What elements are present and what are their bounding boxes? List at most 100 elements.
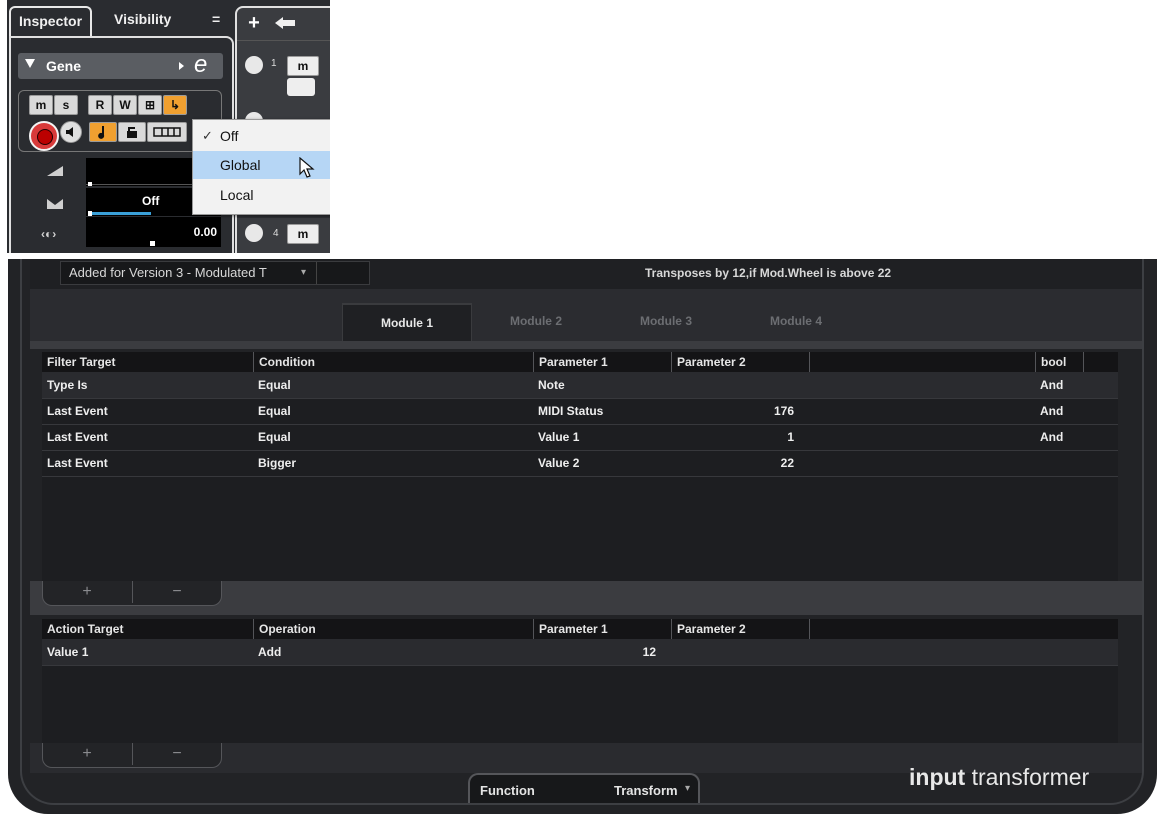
col-spacer: [809, 352, 1035, 372]
track-mute-button[interactable]: m: [287, 224, 319, 244]
automation-mode-menu: ✓ Off Global Local: [192, 119, 330, 215]
product-logo: input transformer: [909, 764, 1089, 791]
filter-conditions-table: Filter Target Condition Parameter 1 Para…: [42, 352, 1118, 581]
midi-track-icon: [245, 56, 263, 74]
filter-cell-p2[interactable]: 176: [676, 398, 794, 424]
col-bool: bool: [1035, 352, 1081, 372]
filter-cell-condition[interactable]: Equal: [258, 398, 518, 424]
dropdown-arrow-icon: ▾: [301, 267, 307, 278]
lanes-icon[interactable]: [147, 122, 187, 142]
tab-module-1[interactable]: Module 1: [342, 303, 472, 342]
musical-time-icon[interactable]: [89, 122, 117, 142]
track-name-bar[interactable]: Gene e: [18, 51, 223, 79]
filter-cell-p1[interactable]: MIDI Status: [538, 398, 658, 424]
menu-item-local[interactable]: Local: [193, 181, 330, 209]
action-cell-target[interactable]: Value 1: [47, 639, 247, 665]
filter-cell-target[interactable]: Type Is: [47, 372, 247, 398]
inspector-panel: Inspector Visibility = + 1 m 4 m Gene e …: [7, 0, 330, 253]
track-toggle[interactable]: [287, 78, 315, 96]
action-row[interactable]: Value 1 Add 12: [42, 639, 1118, 666]
filter-cell-bool[interactable]: [1040, 450, 1080, 476]
pan-icon: ‹◐›: [41, 227, 57, 241]
menu-item-label: Off: [220, 128, 239, 144]
pan-slider[interactable]: 0.00: [86, 217, 221, 247]
tab-inspector[interactable]: Inspector: [9, 6, 93, 36]
function-label: Function: [480, 783, 535, 798]
edit-channel-icon[interactable]: ⊞: [138, 95, 162, 115]
folder-back-icon[interactable]: [273, 14, 297, 32]
filter-cell-p1[interactable]: Value 2: [538, 450, 658, 476]
write-automation-button[interactable]: W: [113, 95, 137, 115]
track-mute-button[interactable]: m: [287, 56, 319, 76]
remove-action-button[interactable]: −: [133, 743, 221, 765]
add-track-icon[interactable]: +: [243, 12, 265, 34]
track-number: 1: [271, 58, 277, 69]
menu-item-label: Local: [220, 187, 254, 203]
filter-cell-p2[interactable]: [676, 372, 794, 398]
filter-cell-p1[interactable]: Note: [538, 372, 658, 398]
preset-selector[interactable]: Added for Version 3 - Modulated T ▾: [60, 261, 370, 285]
action-add-remove: + −: [42, 743, 222, 768]
expand-arrow-icon[interactable]: [179, 62, 184, 70]
volume-icon: [47, 166, 63, 176]
filter-add-remove: + −: [42, 581, 222, 606]
action-cell-p2[interactable]: [676, 639, 794, 665]
collapse-triangle-icon[interactable]: [25, 59, 35, 68]
filter-cell-condition[interactable]: Bigger: [258, 450, 518, 476]
function-value: Transform: [614, 783, 678, 798]
tab-visibility[interactable]: Visibility: [114, 6, 171, 34]
filter-cell-p1[interactable]: Value 1: [538, 424, 658, 450]
filter-cell-target[interactable]: Last Event: [47, 424, 247, 450]
filter-cell-p2[interactable]: 22: [676, 450, 794, 476]
filter-table-header: Filter Target Condition Parameter 1 Para…: [42, 352, 1118, 372]
filter-row[interactable]: Last Event Bigger Value 2 22: [42, 450, 1118, 477]
filter-cell-condition[interactable]: Equal: [258, 372, 518, 398]
tab-module-3[interactable]: Module 3: [602, 303, 730, 340]
midi-thru-button[interactable]: ↳: [163, 95, 187, 115]
tab-module-2[interactable]: Module 2: [472, 303, 600, 340]
checkmark-icon: ✓: [202, 128, 213, 143]
action-cell-operation[interactable]: Add: [258, 639, 518, 665]
read-automation-button[interactable]: R: [88, 95, 112, 115]
inspector-menu-icon[interactable]: =: [212, 6, 220, 34]
edit-instrument-icon[interactable]: e: [194, 51, 207, 79]
filter-row[interactable]: Type Is Equal Note And: [42, 372, 1118, 399]
add-action-button[interactable]: +: [43, 743, 131, 765]
midi-track-icon: [245, 224, 263, 242]
col-operation: Operation: [253, 619, 531, 639]
track-number: 4: [273, 228, 279, 239]
inspector-tabbar: Inspector Visibility =: [7, 0, 240, 40]
solo-button[interactable]: s: [54, 95, 78, 115]
filter-cell-condition[interactable]: Equal: [258, 424, 518, 450]
add-condition-button[interactable]: +: [43, 581, 131, 603]
menu-item-off[interactable]: ✓ Off: [193, 122, 330, 150]
record-enable-button[interactable]: [29, 121, 59, 151]
action-table-header: Action Target Operation Parameter 1 Para…: [42, 619, 1118, 639]
filter-cell-p2[interactable]: 1: [676, 424, 794, 450]
col-condition: Condition: [253, 352, 531, 372]
filter-row[interactable]: Last Event Equal Value 1 1 And: [42, 424, 1118, 451]
menu-item-label: Global: [220, 157, 261, 173]
filter-cell-target[interactable]: Last Event: [47, 398, 247, 424]
remove-condition-button[interactable]: −: [133, 581, 221, 603]
lock-icon[interactable]: [118, 122, 146, 142]
filter-cell-bool[interactable]: And: [1040, 424, 1080, 450]
tab-module-4[interactable]: Module 4: [732, 303, 860, 340]
mute-button[interactable]: m: [29, 95, 53, 115]
filter-cell-bool[interactable]: And: [1040, 398, 1080, 424]
logo-light: transformer: [971, 764, 1090, 790]
col-parameter-1: Parameter 1: [533, 619, 669, 639]
menu-item-global[interactable]: Global: [193, 151, 330, 179]
col-spacer: [1083, 352, 1119, 372]
filter-cell-target[interactable]: Last Event: [47, 450, 247, 476]
monitor-speaker-icon[interactable]: [60, 121, 82, 143]
divider: [30, 341, 1142, 349]
transpose-value: Off: [142, 194, 160, 208]
input-transformer-window: Added for Version 3 - Modulated T ▾ Tran…: [8, 259, 1157, 814]
logo-bold: input: [909, 764, 966, 790]
pan-value: 0.00: [193, 225, 217, 239]
filter-cell-bool[interactable]: And: [1040, 372, 1080, 398]
function-selector[interactable]: Function Transform ▾: [468, 773, 700, 803]
filter-row[interactable]: Last Event Equal MIDI Status 176 And: [42, 398, 1118, 425]
action-cell-p1[interactable]: 12: [538, 639, 656, 665]
